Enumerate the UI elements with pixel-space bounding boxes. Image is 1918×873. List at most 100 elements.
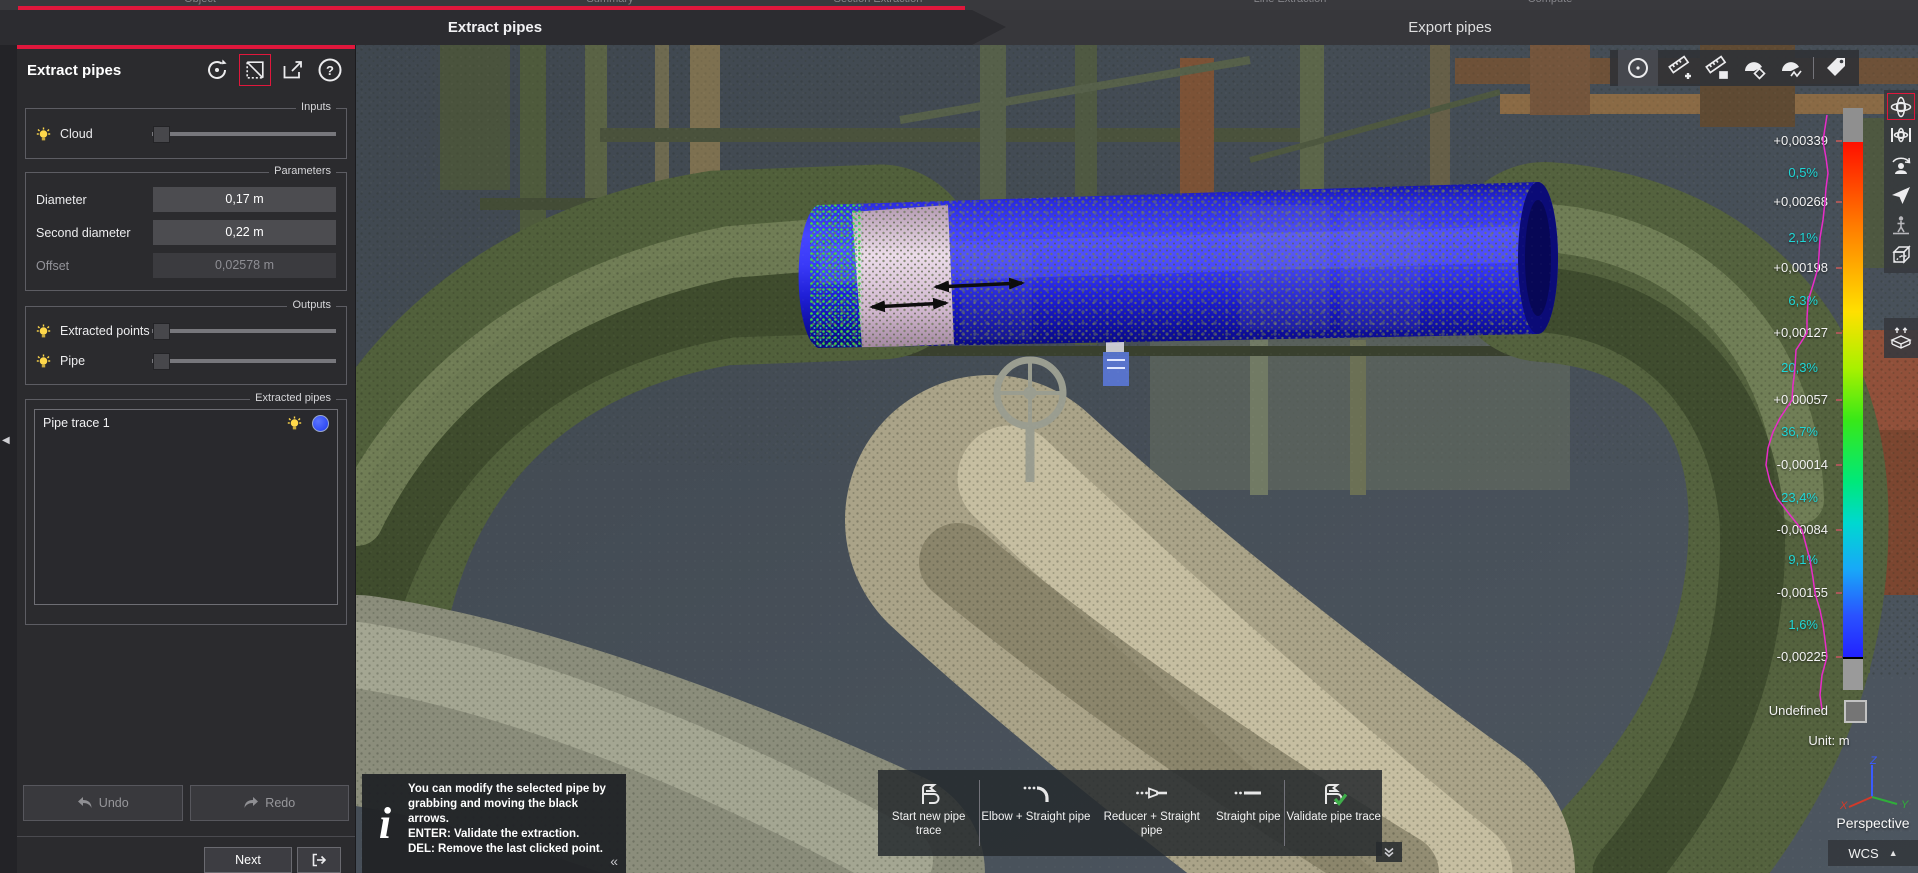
examine-mode-icon[interactable] bbox=[1887, 150, 1915, 180]
color-scale-bar bbox=[1843, 108, 1863, 690]
pipe-label: Pipe bbox=[60, 354, 152, 368]
straight-pipe-button[interactable]: Straight pipe bbox=[1212, 770, 1284, 856]
hint-line: ENTER: Validate the extraction. bbox=[408, 827, 616, 842]
workflow-step-summary[interactable]: Summary bbox=[586, 0, 633, 5]
step-tab-bar: Extract pipes Export pipes bbox=[0, 10, 1918, 46]
workflow-step-compute[interactable]: Compute bbox=[1528, 0, 1573, 5]
toolbar-collapse-chevrons-icon[interactable] bbox=[1376, 842, 1402, 862]
undefined-label: Undefined bbox=[1736, 703, 1828, 718]
help-icon[interactable]: ? bbox=[315, 55, 345, 85]
scale-gradient bbox=[1843, 142, 1863, 657]
visibility-bulb-icon[interactable] bbox=[36, 324, 51, 339]
unit-label: Unit: m bbox=[1786, 733, 1872, 748]
button-label: Straight pipe bbox=[1216, 810, 1281, 824]
undo-label: Undo bbox=[99, 796, 129, 810]
visibility-bulb-icon[interactable] bbox=[36, 127, 51, 142]
next-label: Next bbox=[235, 853, 261, 867]
view-cube-icon[interactable] bbox=[1887, 240, 1915, 270]
workflow-step-line-extraction[interactable]: Line Extraction bbox=[1254, 0, 1327, 5]
viewport-3d[interactable] bbox=[355, 45, 1918, 873]
workflow-step-object[interactable]: Object bbox=[184, 0, 216, 5]
pipe-trace-toolbar: Start new pipe trace Elbow + Straight pi… bbox=[878, 770, 1382, 856]
validate-pipe-trace-button[interactable]: Validate pipe trace bbox=[1285, 770, 1382, 856]
panel-collapse-rail[interactable]: ◀ bbox=[0, 45, 17, 873]
constrained-orbit-icon[interactable] bbox=[1887, 120, 1915, 150]
diameter-field[interactable]: 0,17 m bbox=[153, 187, 336, 212]
walk-mode-icon[interactable] bbox=[1887, 210, 1915, 240]
detach-view-icon[interactable] bbox=[278, 55, 308, 85]
extracted-pipes-list[interactable]: Pipe trace 1 bbox=[34, 409, 338, 605]
orbit-mode-icon[interactable] bbox=[1887, 93, 1915, 120]
start-new-pipe-trace-button[interactable]: Start new pipe trace bbox=[878, 770, 979, 856]
inputs-group-label: Inputs bbox=[296, 101, 336, 113]
hint-line: DEL: Remove the last clicked point. bbox=[408, 842, 616, 857]
fly-mode-icon[interactable] bbox=[1887, 180, 1915, 210]
undo-button[interactable]: Undo bbox=[23, 785, 183, 821]
chevron-up-icon: ▲ bbox=[1889, 848, 1898, 858]
second-diameter-row: Second diameter 0,22 m bbox=[26, 216, 346, 249]
extracted-points-opacity-slider[interactable] bbox=[152, 323, 336, 339]
cloud-opacity-slider[interactable] bbox=[152, 126, 336, 142]
redo-button[interactable]: Redo bbox=[190, 785, 350, 821]
measure-angle-surface-icon[interactable] bbox=[1776, 50, 1806, 86]
scale-overflow-top bbox=[1843, 108, 1863, 142]
workflow-step-section-extraction[interactable]: Section Extraction bbox=[834, 0, 923, 5]
panel-bottom-actions: Undo Redo Next bbox=[17, 769, 355, 873]
measure-toolbar bbox=[1610, 50, 1859, 86]
measure-distance-icon[interactable] bbox=[1702, 50, 1732, 86]
pipe-trace-label: Pipe trace 1 bbox=[43, 416, 277, 430]
list-item-pipe-trace[interactable]: Pipe trace 1 bbox=[35, 410, 337, 436]
label-tag-icon[interactable] bbox=[1821, 50, 1851, 86]
exit-icon bbox=[310, 851, 328, 869]
rectangle-selection-icon[interactable] bbox=[239, 54, 271, 86]
info-icon: i bbox=[362, 774, 408, 873]
coordinate-system-button[interactable]: WCS ▲ bbox=[1828, 840, 1918, 866]
collapse-panel-icon[interactable]: ◀ bbox=[2, 435, 10, 446]
collapse-hint-icon[interactable]: « bbox=[610, 853, 618, 869]
visibility-bulb-icon[interactable] bbox=[36, 354, 51, 369]
cs-label: WCS bbox=[1848, 846, 1878, 861]
point-probe-icon[interactable] bbox=[1618, 50, 1658, 86]
offset-label: Offset bbox=[36, 259, 153, 273]
redo-icon bbox=[243, 796, 259, 810]
panel-title: Extract pipes bbox=[27, 62, 195, 79]
trace-color-swatch[interactable] bbox=[312, 415, 329, 432]
button-label: Reducer + Straight pipe bbox=[1091, 810, 1212, 838]
second-diameter-field[interactable]: 0,22 m bbox=[153, 220, 336, 245]
visibility-bulb-icon[interactable] bbox=[287, 416, 302, 431]
add-measurement-icon[interactable] bbox=[1665, 50, 1695, 86]
button-label: Elbow + Straight pipe bbox=[981, 810, 1090, 824]
cloud-label: Cloud bbox=[60, 127, 152, 141]
tab-extract-pipes-label[interactable]: Extract pipes bbox=[448, 19, 542, 36]
axis-y-label: Y bbox=[1901, 799, 1909, 811]
pipe-opacity-slider[interactable] bbox=[152, 353, 336, 369]
clipping-box-icon[interactable] bbox=[1884, 318, 1918, 358]
panel-header: Extract pipes bbox=[17, 49, 355, 91]
extracted-points-label: Extracted points bbox=[60, 324, 152, 338]
tab-export-pipes-label[interactable]: Export pipes bbox=[1408, 19, 1491, 36]
reducer-straight-pipe-button[interactable]: Reducer + Straight pipe bbox=[1091, 770, 1212, 856]
exit-workflow-button[interactable] bbox=[297, 847, 341, 873]
reset-icon[interactable] bbox=[202, 55, 232, 85]
axis-x-label: X bbox=[1839, 800, 1848, 812]
next-button[interactable]: Next bbox=[204, 847, 292, 873]
extracted-pipes-group-label: Extracted pipes bbox=[250, 392, 336, 404]
application-window: Object Summary Section Extraction Line E… bbox=[0, 0, 1918, 873]
extracted-pipes-group: Extracted pipes Pipe trace 1 bbox=[25, 399, 347, 625]
hint-line: You can modify the selected pipe by grab… bbox=[408, 782, 616, 827]
navigation-toolbar bbox=[1884, 90, 1918, 273]
undefined-checkbox[interactable] bbox=[1844, 700, 1867, 723]
second-diameter-label: Second diameter bbox=[36, 226, 153, 240]
svg-text:?: ? bbox=[326, 63, 334, 78]
axis-z-label: Z bbox=[1869, 755, 1878, 767]
validate-pipe-trace-icon bbox=[1318, 778, 1350, 808]
elbow-straight-icon bbox=[1021, 778, 1051, 808]
projection-label[interactable]: Perspective bbox=[1828, 815, 1918, 831]
button-label: Start new pipe trace bbox=[878, 810, 979, 838]
elbow-straight-pipe-button[interactable]: Elbow + Straight pipe bbox=[980, 770, 1091, 856]
pipe-trace-icon bbox=[914, 778, 944, 808]
redo-label: Redo bbox=[265, 796, 295, 810]
reducer-straight-icon bbox=[1135, 778, 1169, 808]
straight-pipe-icon bbox=[1233, 778, 1263, 808]
measure-angle-icon[interactable] bbox=[1739, 50, 1769, 86]
